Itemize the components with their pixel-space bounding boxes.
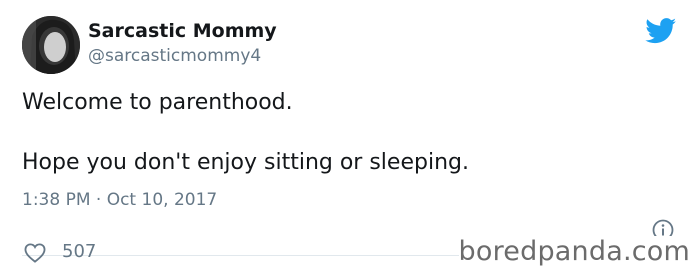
display-name[interactable]: Sarcastic Mommy [88,20,277,42]
tweet-card: Sarcastic Mommy @sarcasticmommy4 Welcome… [0,0,700,280]
avatar[interactable] [22,16,80,74]
heart-icon[interactable] [24,243,46,263]
watermark: boredpanda.com [458,236,690,267]
like-count: 507 [62,241,97,262]
tweet-timestamp[interactable]: 1:38 PM · Oct 10, 2017 [22,190,217,210]
tweet-text-line-2: Hope you don't enjoy sitting or sleeping… [22,150,469,175]
twitter-bird-icon[interactable] [645,18,677,44]
user-handle[interactable]: @sarcasticmommy4 [88,46,261,66]
tweet-text-line-1: Welcome to parenthood. [22,90,293,115]
